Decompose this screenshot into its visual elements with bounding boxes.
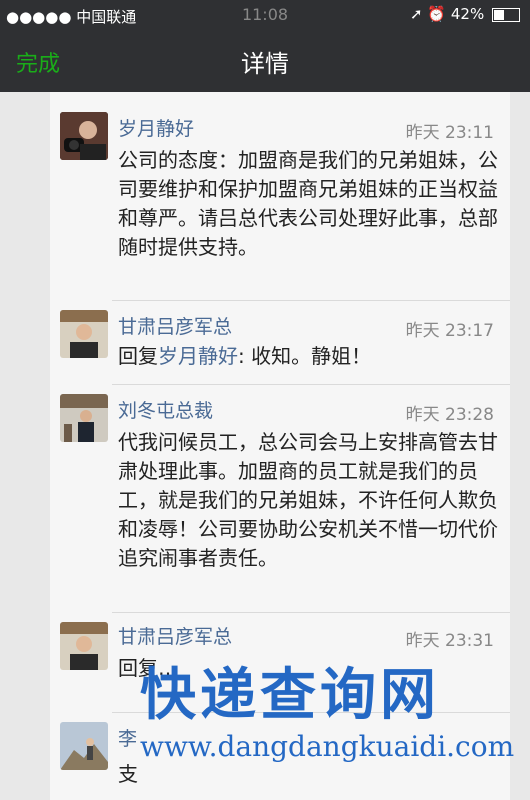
avatar[interactable]	[60, 394, 108, 442]
comment-text: 代我问候员工，总公司会马上安排高管去甘肃处理此事。加盟商的员工就是我们的员工，就…	[118, 430, 498, 570]
status-right: ➚ ⏰ 42%	[410, 5, 520, 23]
comment-text: 回复岁月静好: 收知。静姐！	[118, 342, 498, 371]
avatar[interactable]	[60, 112, 108, 160]
comment-time: 昨天 23:31	[405, 631, 494, 651]
divider	[112, 300, 510, 301]
watermark-title: 快递查询网	[140, 663, 440, 728]
battery-icon	[492, 7, 520, 22]
comment-author[interactable]: 甘肃吕彦军总	[118, 312, 232, 339]
reply-body: : 收知。静姐！	[238, 344, 372, 368]
comment-author[interactable]: 岁月静好	[118, 114, 194, 141]
page-title: 详情	[241, 50, 289, 78]
location-icon: ➚	[410, 5, 423, 23]
avatar[interactable]	[60, 622, 108, 670]
battery-percent: 42%	[450, 5, 485, 23]
reply-mention[interactable]: 岁月静好	[158, 344, 238, 368]
divider	[112, 384, 510, 385]
reply-prefix: 回复	[118, 344, 158, 368]
alarm-icon: ⏰	[427, 5, 447, 23]
comment-time: 昨天 23:11	[405, 123, 494, 143]
nav-bar: 完成 详情	[0, 30, 530, 92]
watermark: 快递查询网 www.dangdangkuaidi.com	[140, 650, 530, 800]
comment-author[interactable]: 甘肃吕彦军总	[118, 622, 232, 649]
divider	[112, 612, 510, 613]
avatar[interactable]	[60, 722, 108, 770]
comment-author[interactable]: 刘冬屯总裁	[118, 396, 213, 423]
watermark-url: www.dangdangkuaidi.com	[140, 730, 515, 763]
comment-time: 昨天 23:28	[405, 405, 494, 425]
avatar[interactable]	[60, 310, 108, 358]
comment-text: 公司的态度：加盟商是我们的兄弟姐妹，公司要维护和保护加盟商兄弟姐妹的正当权益和尊…	[118, 148, 498, 259]
status-bar: ●●●●● 中国联通 11:08 ➚ ⏰ 42%	[0, 0, 530, 30]
comment-author[interactable]: 李	[118, 724, 137, 751]
comment-time: 昨天 23:17	[405, 321, 494, 341]
